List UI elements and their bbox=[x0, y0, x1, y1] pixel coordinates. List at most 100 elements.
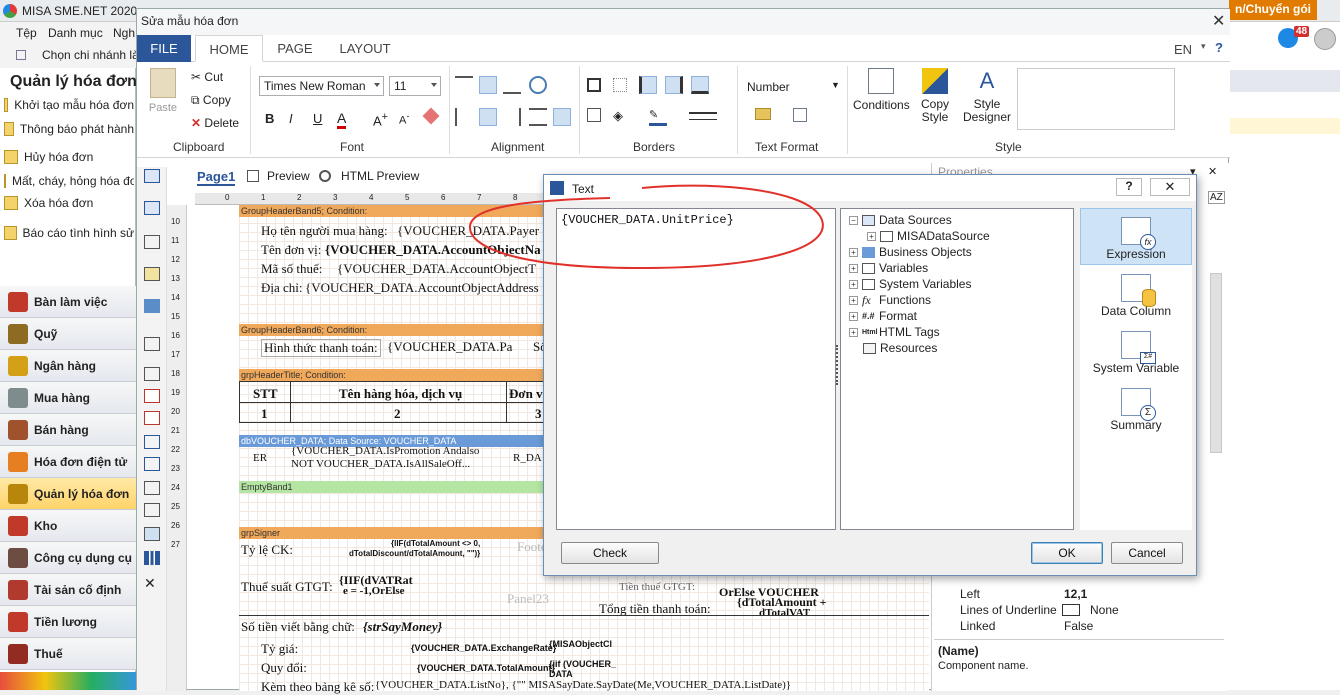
justify-icon[interactable] bbox=[529, 108, 547, 126]
style-gallery[interactable] bbox=[1017, 68, 1175, 130]
total-value-2[interactable]: dTotalVAT bbox=[759, 607, 810, 619]
tree-html-tags[interactable]: + Html HTML Tags bbox=[849, 325, 940, 339]
ok-button[interactable]: OK bbox=[1031, 542, 1103, 564]
align-center-icon[interactable] bbox=[479, 108, 497, 126]
vat-label[interactable]: Thuế suất GTGT: bbox=[241, 579, 333, 595]
payment-label[interactable]: Hình thức thanh toán: bbox=[261, 339, 381, 357]
grow-font-icon[interactable]: A+ bbox=[373, 111, 388, 128]
col-stt[interactable]: STT bbox=[253, 386, 278, 402]
tool-table-icon[interactable] bbox=[144, 235, 160, 249]
prop-linked-value[interactable]: False bbox=[1064, 619, 1093, 633]
rate-label[interactable]: Tỷ giá: bbox=[261, 641, 298, 657]
left-item-delete[interactable]: Xóa hóa đơn bbox=[4, 196, 134, 210]
help-button[interactable]: ? bbox=[1116, 178, 1142, 196]
tree-format[interactable]: + #.# Format bbox=[849, 309, 917, 323]
module-stock[interactable]: Kho bbox=[0, 510, 136, 542]
tree-system-variables[interactable]: + System Variables bbox=[849, 277, 971, 291]
style-designer-button[interactable]: A Style Designer bbox=[961, 68, 1013, 124]
discount-label[interactable]: Tỷ lệ CK: bbox=[241, 542, 293, 558]
module-invoice-mgmt[interactable]: Quản lý hóa đơn bbox=[0, 478, 136, 510]
module-desk[interactable]: Bàn làm việc bbox=[0, 286, 136, 318]
close-icon[interactable]: ✕ bbox=[1212, 11, 1225, 31]
data-value[interactable]: DATA bbox=[549, 669, 573, 679]
tool-component-icon[interactable] bbox=[144, 299, 160, 313]
tree-misa-datasource[interactable]: + MISADataSource bbox=[867, 229, 990, 243]
border-color-icon[interactable]: ✎ bbox=[649, 108, 667, 126]
prop-left-value[interactable]: 12,1 bbox=[1064, 587, 1087, 601]
payment-value[interactable]: {VOUCHER_DATA.Pa bbox=[387, 339, 523, 355]
module-sales[interactable]: Bán hàng bbox=[0, 414, 136, 446]
menu-danh-muc[interactable]: Danh mục bbox=[48, 26, 103, 40]
tab-preview[interactable]: Preview bbox=[267, 169, 310, 183]
copy-button[interactable]: ⧉ Copy bbox=[191, 93, 231, 108]
help-icon[interactable]: ? bbox=[1215, 40, 1223, 55]
tab-page1[interactable]: Page1 bbox=[197, 169, 236, 186]
vat-value-2[interactable]: e = -1,OrElse bbox=[343, 585, 405, 597]
tab-home[interactable]: HOME bbox=[195, 35, 263, 62]
module-assets[interactable]: Tài sản cố định bbox=[0, 574, 136, 606]
tree-variables[interactable]: + Variables bbox=[849, 261, 928, 275]
expression-mode-button[interactable]: fx Expression bbox=[1080, 208, 1192, 265]
branch-selector[interactable]: Chọn chi nhánh là bbox=[42, 48, 139, 62]
cut-button[interactable]: ✂ Cut bbox=[191, 70, 223, 84]
words-value[interactable]: {strSayMoney} bbox=[363, 619, 442, 635]
rate-value[interactable]: {VOUCHER_DATA.ExchangeRate} bbox=[411, 643, 556, 653]
properties-scrollbar[interactable] bbox=[1210, 273, 1222, 453]
prop-lines-value[interactable]: None bbox=[1090, 603, 1119, 617]
address-value[interactable]: {VOUCHER_DATA.AccountObjectAddress bbox=[305, 280, 543, 296]
cancel-button[interactable]: Cancel bbox=[1111, 542, 1183, 564]
summary-mode-button[interactable]: Σ Summary bbox=[1080, 380, 1192, 437]
module-cash[interactable]: Quỹ bbox=[0, 318, 136, 350]
user-avatar[interactable] bbox=[1314, 28, 1336, 50]
exchange-value[interactable]: {VOUCHER_DATA.TotalAmount} bbox=[417, 663, 555, 673]
border-bottom-icon[interactable] bbox=[691, 76, 709, 94]
module-salary[interactable]: Tiền lương bbox=[0, 606, 136, 638]
tool-text-icon[interactable] bbox=[144, 169, 160, 183]
left-item-lost[interactable]: Mất, cháy, hỏng hóa đơn bbox=[4, 174, 134, 188]
tree-data-sources[interactable]: − Data Sources bbox=[849, 213, 952, 227]
tool-picture-icon[interactable] bbox=[144, 527, 160, 541]
font-color-icon[interactable]: A bbox=[337, 110, 347, 129]
tab-file[interactable]: FILE bbox=[137, 35, 191, 62]
tree-functions[interactable]: + fx Functions bbox=[849, 293, 931, 307]
module-tax[interactable]: Thuế bbox=[0, 638, 136, 670]
system-variable-mode-button[interactable]: Σ# System Variable bbox=[1080, 323, 1192, 380]
format-percent-icon[interactable] bbox=[793, 108, 807, 122]
tool-richtext-icon[interactable] bbox=[144, 389, 160, 403]
tool-barcode-icon[interactable] bbox=[144, 481, 160, 495]
col-unit[interactable]: Đơn vị bbox=[509, 386, 545, 402]
data-cell-c[interactable]: R_DA bbox=[513, 452, 542, 464]
list-value[interactable]: {VOUCHER_DATA.ListNo}, {"" MISASayDate.S… bbox=[375, 679, 929, 691]
unit-label[interactable]: Tên đơn vị: bbox=[261, 242, 321, 258]
exchange-label[interactable]: Quy đổi: bbox=[261, 660, 307, 676]
paste-button[interactable]: Paste bbox=[145, 68, 181, 118]
tool-shape-icon[interactable] bbox=[144, 457, 160, 471]
align-right-icon[interactable] bbox=[503, 108, 521, 126]
tool-list-icon[interactable] bbox=[144, 337, 160, 351]
shrink-font-icon[interactable]: A- bbox=[399, 111, 409, 127]
left-item-report[interactable]: Báo cáo tình hình sử bbox=[4, 226, 134, 240]
discount-value-2[interactable]: dTotalDiscount/dTotalAmount, "")} bbox=[349, 549, 480, 558]
address-label[interactable]: Địa chỉ: bbox=[261, 280, 303, 296]
rotate-icon[interactable] bbox=[529, 76, 547, 94]
module-tools[interactable]: Công cụ dụng cụ bbox=[0, 542, 136, 574]
data-column-mode-button[interactable]: Data Column bbox=[1080, 266, 1192, 323]
tool-band-icon[interactable] bbox=[144, 201, 160, 215]
wrap-text-icon[interactable] bbox=[553, 108, 571, 126]
tab-page[interactable]: PAGE bbox=[267, 35, 323, 62]
module-purchase[interactable]: Mua hàng bbox=[0, 382, 136, 414]
left-item-cancel[interactable]: Hủy hóa đơn bbox=[4, 150, 134, 164]
italic-icon[interactable]: I bbox=[289, 111, 293, 126]
border-right-icon[interactable] bbox=[665, 76, 683, 94]
font-name-combo[interactable]: Times New Roman bbox=[259, 76, 384, 96]
border-style-icon[interactable] bbox=[587, 108, 601, 122]
discount-value[interactable]: {IIF(dTotalAmount <> 0, bbox=[391, 539, 480, 548]
module-bank[interactable]: Ngân hàng bbox=[0, 350, 136, 382]
line-style-icon[interactable] bbox=[689, 112, 717, 120]
tax-label[interactable]: Mã số thuế: bbox=[261, 261, 322, 277]
align-bottom-icon[interactable] bbox=[503, 76, 521, 94]
number-format-combo[interactable]: Number bbox=[747, 80, 790, 94]
language-selector[interactable]: EN bbox=[1174, 42, 1192, 57]
border-all-icon[interactable] bbox=[587, 78, 601, 92]
module-einvoice[interactable]: Hóa đơn điện tử bbox=[0, 446, 136, 478]
